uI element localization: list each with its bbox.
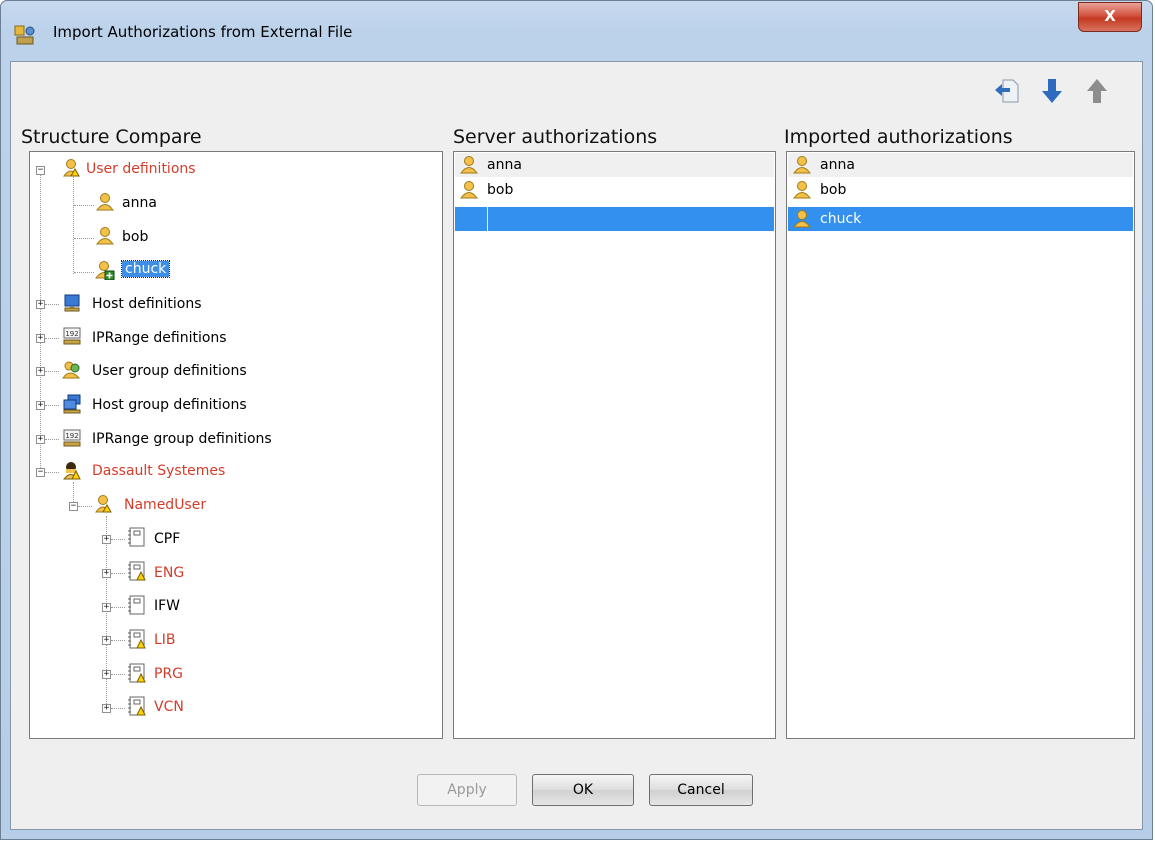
user-warning-icon bbox=[95, 495, 112, 513]
list-item-label: bob bbox=[820, 182, 847, 198]
tree-node-user-bob[interactable]: bob bbox=[122, 226, 148, 248]
expand-toggle[interactable]: + bbox=[102, 603, 111, 612]
expand-toggle[interactable]: + bbox=[36, 334, 45, 343]
tree-node-user-definitions[interactable]: User definitions bbox=[86, 158, 196, 180]
tree-node-product-eng[interactable]: ENG bbox=[154, 562, 184, 584]
dialog-window: Import Authorizations from External File… bbox=[0, 0, 1153, 840]
tree-node-product-ifw[interactable]: IFW bbox=[154, 595, 180, 617]
server-authorizations-list[interactable]: anna bob bbox=[453, 151, 776, 739]
cancel-button[interactable]: Cancel bbox=[649, 774, 753, 806]
expand-toggle[interactable]: + bbox=[102, 636, 111, 645]
imported-authorizations-list[interactable]: anna bob chuck bbox=[786, 151, 1135, 739]
close-button[interactable]: X bbox=[1078, 2, 1142, 32]
svg-text:192: 192 bbox=[65, 330, 78, 338]
feature-warning-icon bbox=[128, 629, 146, 649]
apply-button[interactable]: Apply bbox=[417, 774, 517, 806]
selected-node-label[interactable]: chuck bbox=[120, 260, 171, 278]
expand-toggle[interactable]: + bbox=[102, 670, 111, 679]
user-icon bbox=[460, 156, 478, 174]
ip-range-group-icon: 192 bbox=[63, 429, 81, 447]
host-group-icon bbox=[63, 394, 81, 414]
list-item-label: anna bbox=[487, 157, 522, 173]
tree-node-host-group-definitions[interactable]: Host group definitions bbox=[92, 394, 247, 416]
feature-icon bbox=[128, 527, 145, 547]
list-item-label: anna bbox=[820, 157, 855, 173]
user-icon bbox=[793, 181, 811, 199]
feature-warning-icon bbox=[128, 696, 146, 716]
expand-toggle[interactable]: + bbox=[36, 300, 45, 309]
expand-toggle[interactable]: + bbox=[102, 704, 111, 713]
tree-node-product-vcn[interactable]: VCN bbox=[154, 696, 184, 718]
structure-tree[interactable]: − User definitions anna bob chuck + Host… bbox=[29, 151, 443, 739]
tree-node-named-user[interactable]: NamedUser bbox=[124, 494, 206, 516]
tree-node-dassault-systemes[interactable]: Dassault Systemes bbox=[92, 460, 225, 482]
server-authorizations-label: Server authorizations bbox=[453, 126, 658, 148]
expand-toggle[interactable]: + bbox=[102, 569, 111, 578]
key-users-icon bbox=[14, 25, 35, 45]
svg-text:192: 192 bbox=[65, 432, 78, 440]
expand-toggle[interactable]: + bbox=[102, 535, 111, 544]
list-item-selected-empty[interactable] bbox=[455, 207, 774, 231]
feature-warning-icon bbox=[128, 663, 146, 683]
tree-node-product-prg[interactable]: PRG bbox=[154, 663, 183, 685]
tree-node-user-chuck[interactable]: chuck bbox=[120, 258, 171, 280]
user-warning-icon bbox=[63, 159, 80, 177]
tree-node-product-cpf[interactable]: CPF bbox=[154, 528, 180, 550]
import-icon[interactable] bbox=[992, 76, 1022, 106]
expand-toggle[interactable]: + bbox=[36, 367, 45, 376]
user-icon bbox=[96, 227, 114, 245]
imported-authorizations-label: Imported authorizations bbox=[784, 126, 1013, 148]
list-item-label: bob bbox=[487, 182, 514, 198]
window-title: Import Authorizations from External File bbox=[53, 23, 353, 41]
tree-node-product-lib[interactable]: LIB bbox=[154, 629, 176, 651]
structure-compare-label: Structure Compare bbox=[21, 126, 202, 148]
collapse-toggle[interactable]: − bbox=[69, 502, 78, 511]
user-icon bbox=[96, 193, 114, 211]
tree-node-iprange-definitions[interactable]: IPRange definitions bbox=[92, 327, 227, 349]
feature-warning-icon bbox=[128, 561, 146, 581]
ok-button[interactable]: OK bbox=[532, 774, 634, 806]
computer-icon bbox=[64, 294, 80, 312]
tree-node-host-definitions[interactable]: Host definitions bbox=[92, 293, 202, 315]
collapse-toggle[interactable]: − bbox=[36, 468, 45, 477]
tree-node-iprange-group-definitions[interactable]: IPRange group definitions bbox=[92, 428, 272, 450]
user-icon bbox=[793, 210, 811, 228]
list-item-selected[interactable]: chuck bbox=[788, 207, 1133, 231]
list-item[interactable]: bob bbox=[788, 178, 1133, 202]
dialog-client-area: Structure Compare Server authorizations … bbox=[10, 61, 1143, 830]
arrow-up-icon[interactable] bbox=[1082, 76, 1112, 106]
collapse-toggle[interactable]: − bbox=[36, 166, 45, 175]
list-item[interactable]: bob bbox=[455, 178, 774, 202]
expand-toggle[interactable]: + bbox=[36, 435, 45, 444]
vendor-warning-icon bbox=[62, 462, 81, 480]
list-item[interactable]: anna bbox=[788, 153, 1133, 177]
feature-icon bbox=[128, 595, 145, 615]
tree-node-user-anna[interactable]: anna bbox=[122, 192, 157, 214]
list-item-label: chuck bbox=[820, 211, 862, 227]
arrow-down-icon[interactable] bbox=[1037, 76, 1067, 106]
user-group-icon bbox=[62, 361, 81, 379]
user-icon bbox=[793, 156, 811, 174]
tree-node-user-group-definitions[interactable]: User group definitions bbox=[92, 360, 247, 382]
user-icon bbox=[460, 181, 478, 199]
ip-range-icon: 192 bbox=[63, 327, 81, 345]
expand-toggle[interactable]: + bbox=[36, 401, 45, 410]
title-bar[interactable]: Import Authorizations from External File… bbox=[1, 1, 1152, 59]
user-add-icon bbox=[95, 261, 115, 280]
list-item[interactable]: anna bbox=[455, 153, 774, 177]
